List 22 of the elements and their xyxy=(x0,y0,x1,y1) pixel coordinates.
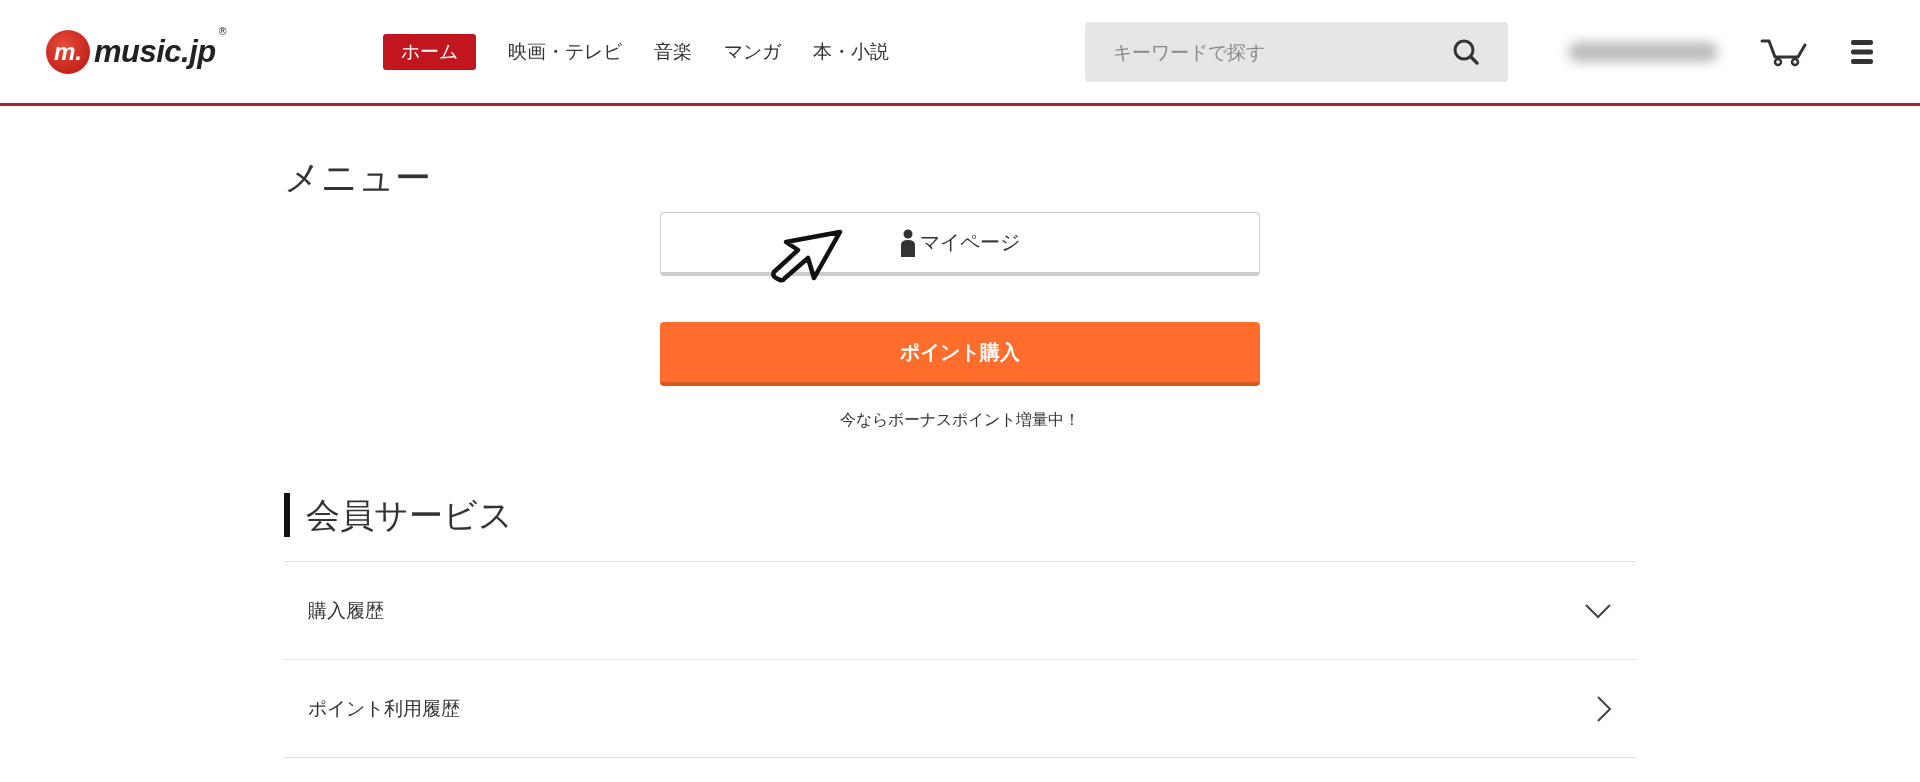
row-label: 購入履歴 xyxy=(308,597,384,623)
mypage-button[interactable]: マイページ xyxy=(660,212,1260,276)
nav-tab[interactable]: 本・小説 xyxy=(813,32,889,71)
chevron-down-icon xyxy=(1584,602,1612,619)
chevron-right-icon xyxy=(1596,694,1612,723)
nav-tab[interactable]: マンガ xyxy=(724,32,781,71)
nav-tab[interactable]: 映画・テレビ xyxy=(508,32,622,71)
menu-icon[interactable] xyxy=(1850,37,1874,66)
search-field[interactable]: キーワードで探す xyxy=(1085,21,1508,82)
nav-tab[interactable]: ホーム xyxy=(383,33,476,70)
row-label: ポイント利用履歴 xyxy=(308,695,460,721)
page-title: メニュー xyxy=(284,156,432,200)
bonus-note: 今ならボーナスポイント増量中！ xyxy=(840,410,1080,431)
menu-row[interactable]: 購入履歴 xyxy=(284,562,1636,660)
search-icon[interactable] xyxy=(1452,37,1480,66)
logo-badge[interactable]: m. xyxy=(46,29,90,74)
logo-text[interactable]: music.jp xyxy=(94,33,216,70)
section-heading: 会員サービス xyxy=(284,493,1636,537)
menu-row[interactable]: ポイント利用履歴 xyxy=(284,660,1636,758)
registered-mark: ® xyxy=(217,25,228,37)
nav-tab[interactable]: 音楽 xyxy=(654,32,692,71)
person-icon xyxy=(900,228,916,257)
